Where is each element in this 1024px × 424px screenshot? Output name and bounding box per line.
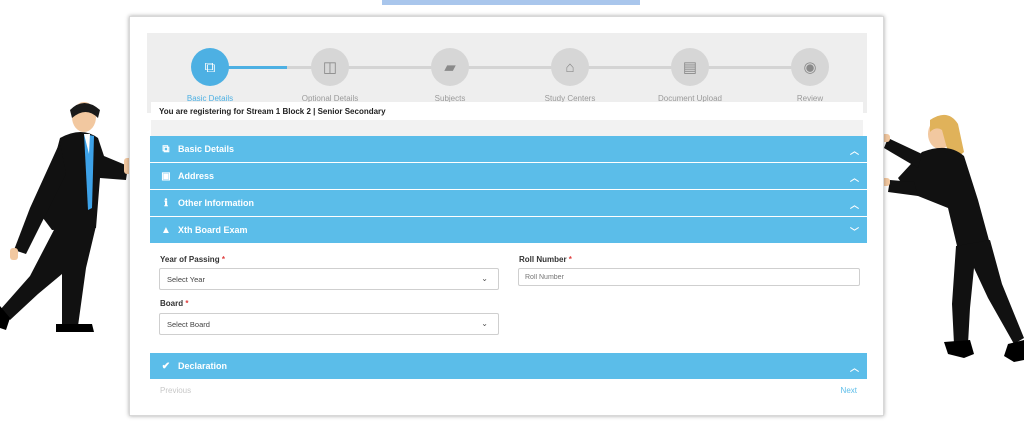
board-label: Board * [160,299,189,308]
chevron-up-icon: ︿ [849,200,859,210]
step-study-centers[interactable]: ⌂ Study Centers [520,48,620,103]
roll-number-input[interactable] [518,268,860,286]
businesswoman-figure [880,114,1024,362]
businessman-figure [0,102,132,332]
step-basic-details[interactable]: ⧉ Basic Details [160,48,260,103]
section-xth-board-exam[interactable]: ▲ Xth Board Exam ﹀ [150,217,867,243]
next-button[interactable]: Next [841,386,857,395]
form-navigation: Previous Next [150,380,867,400]
chevron-down-icon: ⌄ [481,274,488,283]
step-review[interactable]: ◉ Review [760,48,860,103]
registration-panel: ⧉ Basic Details ◫ Optional Details ▰ Sub… [129,16,884,416]
section-title: Declaration [178,361,228,371]
id-card-icon: ▣ [161,170,171,182]
year-of-passing-select[interactable]: Select Year ⌄ [159,268,499,290]
section-spacer [151,120,863,136]
chevron-up-icon: ︿ [849,173,859,183]
columns-icon: ◫ [311,48,349,86]
xth-board-exam-form: Year of Passing * Select Year ⌄ Roll Num… [150,244,867,354]
chevron-down-icon: ﹀ [849,227,859,237]
section-other-information[interactable]: ℹ Other Information ︿ [150,190,867,216]
step-optional-details[interactable]: ◫ Optional Details [280,48,380,103]
section-basic-details[interactable]: ⧉ Basic Details ︿ [150,136,867,162]
year-of-passing-label: Year of Passing * [160,255,225,264]
section-title: Address [178,171,215,181]
roll-number-label: Roll Number * [519,255,572,264]
check-icon: ✔ [161,360,171,372]
copy-icon: ⧉ [191,48,229,86]
copy-icon: ⧉ [162,143,170,155]
screenshot-stage: ⧉ Basic Details ◫ Optional Details ▰ Sub… [0,0,1024,424]
registration-notice: You are registering for Stream 1 Block 2… [151,102,863,120]
section-title: Xth Board Exam [178,225,248,235]
previous-button[interactable]: Previous [160,386,191,395]
chevron-up-icon: ︿ [849,363,859,373]
eye-icon: ◉ [791,48,829,86]
info-icon: ℹ [164,197,168,209]
chevron-down-icon: ⌄ [481,319,488,328]
section-declaration[interactable]: ✔ Declaration ︿ [150,353,867,379]
step-document-upload[interactable]: ▤ Document Upload [640,48,740,103]
top-highlight-strip [382,0,640,5]
book-icon: ▰ [431,48,469,86]
bank-icon: ⌂ [551,48,589,86]
progress-stepper: ⧉ Basic Details ◫ Optional Details ▰ Sub… [147,33,867,113]
section-address[interactable]: ▣ Address ︿ [150,163,867,189]
board-select[interactable]: Select Board ⌄ [159,313,499,335]
document-icon: ▤ [671,48,709,86]
section-title: Basic Details [178,144,235,154]
select-value: Select Year [167,275,205,284]
chevron-up-icon: ︿ [849,146,859,156]
select-value: Select Board [167,320,210,329]
section-title: Other Information [178,198,254,208]
step-subjects[interactable]: ▰ Subjects [400,48,500,103]
graduation-cap-icon: ▲ [161,224,171,236]
